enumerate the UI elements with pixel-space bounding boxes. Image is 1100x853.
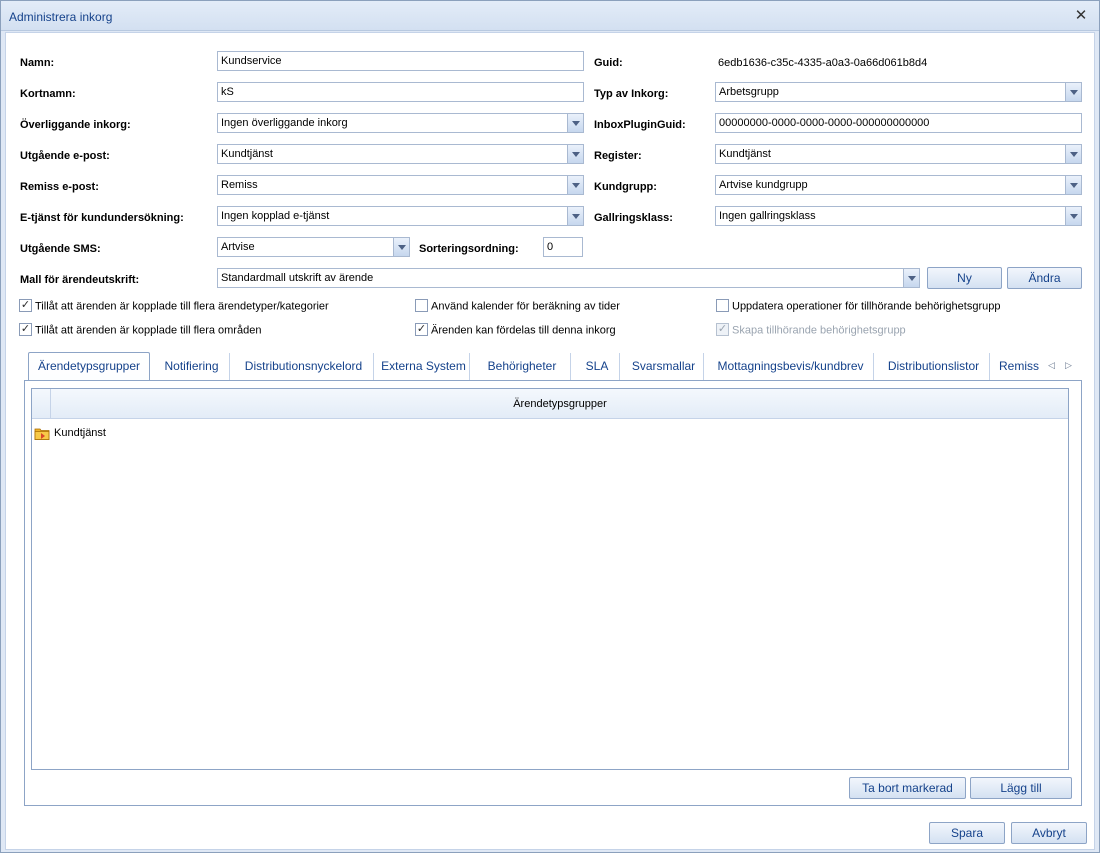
overliggande-value: Ingen överliggande inkorg: [221, 117, 348, 129]
utgaende-epost-label: Utgående e-post:: [20, 150, 110, 162]
chevron-down-icon[interactable]: [393, 238, 409, 256]
andra-button[interactable]: Ändra: [1007, 267, 1082, 289]
namn-input[interactable]: Kundservice: [217, 51, 584, 71]
sorteringsordning-input[interactable]: 0: [543, 237, 583, 257]
gallringsklass-label: Gallringsklass:: [594, 212, 673, 224]
chevron-down-icon[interactable]: [1065, 83, 1081, 101]
checkbox-label: Uppdatera operationer för tillhörande be…: [732, 300, 1001, 313]
gallringsklass-select[interactable]: Ingen gallringsklass: [715, 206, 1082, 226]
checkbox-fordelas[interactable]: ✓ Ärenden kan fördelas till denna inkorg: [415, 323, 616, 337]
dialog-content: Namn: Kundservice Guid: 6edb1636-c35c-43…: [5, 32, 1095, 850]
grid-column-header[interactable]: Ärendetypsgrupper: [52, 398, 1068, 410]
tab-distributionsnyckelord[interactable]: Distributionsnyckelord: [234, 353, 374, 380]
kundgrupp-label: Kundgrupp:: [594, 181, 657, 193]
chevron-right-icon[interactable]: ▷: [1065, 360, 1075, 370]
tab-arendetypsgrupper[interactable]: Ärendetypsgrupper: [28, 352, 150, 381]
kortnamn-label: Kortnamn:: [20, 88, 76, 100]
utgaende-epost-value: Kundtjänst: [221, 148, 273, 160]
etjanst-value: Ingen kopplad e-tjänst: [221, 210, 330, 222]
chevron-down-icon[interactable]: [567, 176, 583, 194]
etjanst-select[interactable]: Ingen kopplad e-tjänst: [217, 206, 584, 226]
checkbox-label: Ärenden kan fördelas till denna inkorg: [431, 324, 616, 337]
utgaende-sms-select[interactable]: Artvise: [217, 237, 410, 257]
grid-corner: [32, 389, 51, 418]
typ-av-inkorg-value: Arbetsgrupp: [719, 86, 779, 98]
checkbox-label: Skapa tillhörande behörighetsgrupp: [732, 324, 906, 337]
mall-label: Mall för ärendeutskrift:: [20, 274, 140, 286]
window-title: Administrera inkorg: [9, 10, 113, 24]
grid-header: Ärendetypsgrupper: [32, 389, 1068, 419]
lagg-till-button[interactable]: Lägg till: [970, 777, 1072, 799]
chevron-down-icon[interactable]: [1065, 145, 1081, 163]
close-icon[interactable]: ✕: [1073, 8, 1089, 24]
chevron-down-icon[interactable]: [1065, 207, 1081, 225]
gallringsklass-value: Ingen gallringsklass: [719, 210, 816, 222]
chevron-down-icon[interactable]: [567, 145, 583, 163]
overliggande-label: Överliggande inkorg:: [20, 119, 131, 131]
utgaende-sms-value: Artvise: [221, 241, 255, 253]
tab-mottagningsbevis[interactable]: Mottagningsbevis/kundbrev: [708, 353, 874, 380]
tab-distributionslistor[interactable]: Distributionslistor: [878, 353, 990, 380]
utgaende-epost-select[interactable]: Kundtjänst: [217, 144, 584, 164]
guid-value: 6edb1636-c35c-4335-a0a3-0a66d061b8d4: [718, 57, 928, 69]
dialog-window: Administrera inkorg ✕ Namn: Kundservice …: [0, 0, 1100, 853]
register-label: Register:: [594, 150, 642, 162]
kortnamn-input[interactable]: kS: [217, 82, 584, 102]
checkbox-skapa-behorighetsgrupp: ✓ Skapa tillhörande behörighetsgrupp: [716, 323, 906, 337]
checkbox-flera-omraden[interactable]: ✓ Tillåt att ärenden är kopplade till fle…: [19, 323, 262, 337]
checkbox-anvand-kalender[interactable]: Använd kalender för beräkning av tider: [415, 299, 620, 313]
remiss-epost-select[interactable]: Remiss: [217, 175, 584, 195]
checkbox-flera-arendetyper[interactable]: ✓ Tillåt att ärenden är kopplade till fle…: [19, 299, 329, 313]
tab-externa-system[interactable]: Externa System: [378, 353, 470, 380]
chevron-down-icon[interactable]: [567, 207, 583, 225]
checkbox-box[interactable]: ✓: [19, 299, 32, 312]
mall-select[interactable]: Standardmall utskrift av ärende: [217, 268, 920, 288]
tab-strip: Ärendetypsgrupper Notifiering Distributi…: [28, 352, 1076, 381]
chevron-left-icon[interactable]: ◁: [1048, 360, 1058, 370]
checkbox-box[interactable]: [415, 299, 428, 312]
tab-notifiering[interactable]: Notifiering: [154, 353, 230, 380]
register-value: Kundtjänst: [719, 148, 771, 160]
tab-panel-arendetypsgrupper: Ärendetypsgrupper Kundtjänst Ta bort mar…: [24, 380, 1082, 806]
checkbox-label: Tillåt att ärenden är kopplade till fler…: [35, 300, 329, 313]
inbox-plugin-input[interactable]: 00000000-0000-0000-0000-000000000000: [715, 113, 1082, 133]
checkbox-label: Använd kalender för beräkning av tider: [431, 300, 620, 313]
cancel-button[interactable]: Avbryt: [1011, 822, 1087, 844]
checkbox-box[interactable]: ✓: [19, 323, 32, 336]
kundgrupp-select[interactable]: Artvise kundgrupp: [715, 175, 1082, 195]
chevron-down-icon[interactable]: [903, 269, 919, 287]
typ-av-inkorg-label: Typ av Inkorg:: [594, 88, 669, 100]
tab-behorigheter[interactable]: Behörigheter: [474, 353, 571, 380]
title-bar: Administrera inkorg ✕: [1, 1, 1099, 31]
guid-label: Guid:: [594, 57, 623, 69]
checkbox-box[interactable]: ✓: [415, 323, 428, 336]
tab-svarsmallar[interactable]: Svarsmallar: [624, 353, 704, 380]
checkbox-box: ✓: [716, 323, 729, 336]
tab-remiss[interactable]: Remiss: [994, 353, 1044, 380]
checkbox-uppdatera-operationer[interactable]: Uppdatera operationer för tillhörande be…: [716, 299, 1001, 313]
checkbox-label: Tillåt att ärenden är kopplade till fler…: [35, 324, 262, 337]
arendetypsgrupper-grid[interactable]: Ärendetypsgrupper Kundtjänst: [31, 388, 1069, 770]
etjanst-label: E-tjänst för kundundersökning:: [20, 212, 184, 224]
tab-sla[interactable]: SLA: [575, 353, 620, 380]
inbox-plugin-label: InboxPluginGuid:: [594, 119, 686, 131]
sorteringsordning-label: Sorteringsordning:: [419, 243, 519, 255]
checkbox-box[interactable]: [716, 299, 729, 312]
remiss-epost-label: Remiss e-post:: [20, 181, 99, 193]
chevron-down-icon[interactable]: [1065, 176, 1081, 194]
register-select[interactable]: Kundtjänst: [715, 144, 1082, 164]
utgaende-sms-label: Utgående SMS:: [20, 243, 101, 255]
mall-value: Standardmall utskrift av ärende: [221, 272, 374, 284]
folder-icon: [34, 428, 50, 440]
namn-label: Namn:: [20, 57, 55, 69]
remiss-epost-value: Remiss: [221, 179, 258, 191]
ta-bort-markerad-button[interactable]: Ta bort markerad: [849, 777, 966, 799]
overliggande-select[interactable]: Ingen överliggande inkorg: [217, 113, 584, 133]
row-label: Kundtjänst: [54, 427, 106, 439]
ny-button[interactable]: Ny: [927, 267, 1002, 289]
chevron-down-icon[interactable]: [567, 114, 583, 132]
kundgrupp-value: Artvise kundgrupp: [719, 179, 808, 191]
typ-av-inkorg-select[interactable]: Arbetsgrupp: [715, 82, 1082, 102]
save-button[interactable]: Spara: [929, 822, 1005, 844]
